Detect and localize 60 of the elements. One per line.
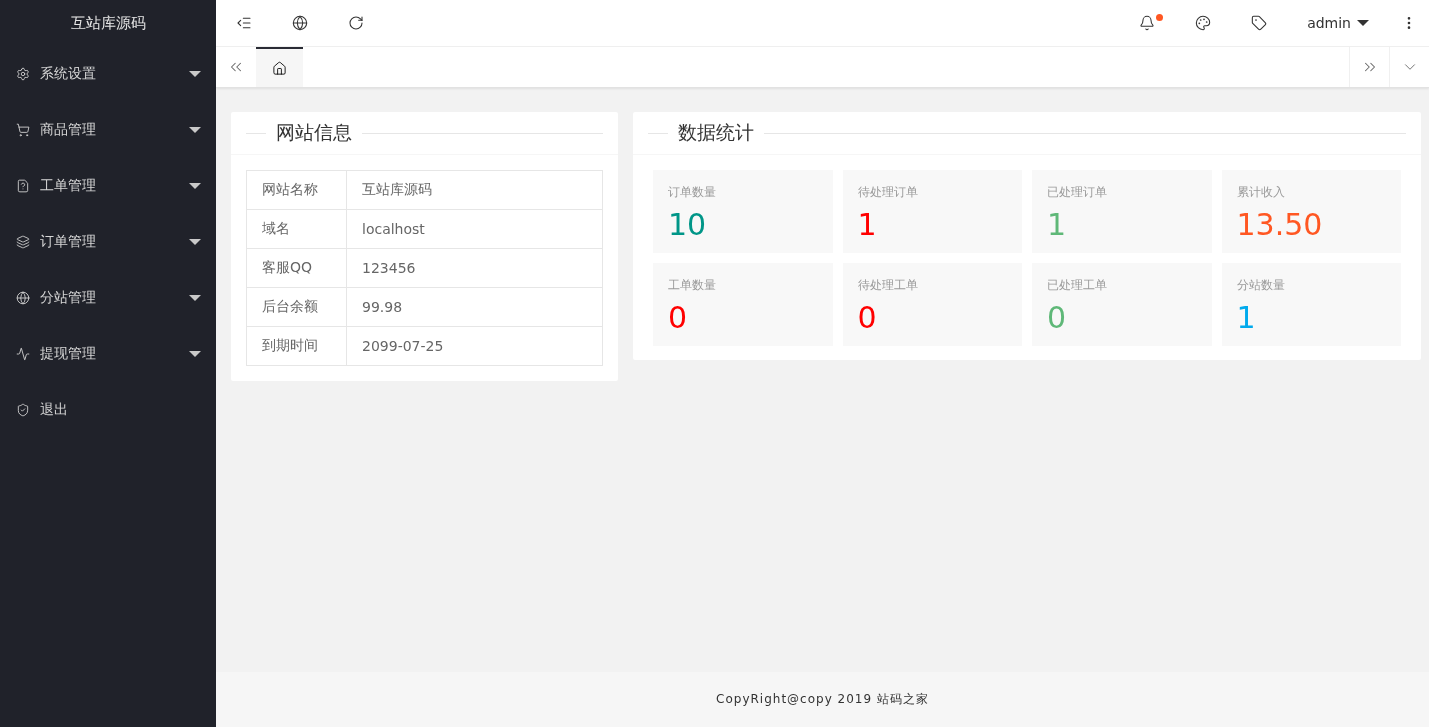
stat-label: 订单数量 bbox=[668, 184, 717, 201]
caret-icon bbox=[1357, 20, 1369, 26]
table-cell: 99.98 bbox=[346, 287, 603, 327]
stat-value: 0 bbox=[857, 300, 878, 335]
indent-icon bbox=[236, 15, 252, 31]
pulse-icon bbox=[16, 347, 30, 361]
table-cell: 123456 bbox=[346, 248, 603, 288]
sidebar-item[interactable]: 退出 bbox=[0, 382, 216, 438]
globe-icon bbox=[292, 15, 308, 31]
caret-icon bbox=[189, 183, 201, 189]
table-cell: 到期时间 bbox=[246, 326, 347, 366]
table-cell: 域名 bbox=[246, 209, 347, 249]
caret-icon bbox=[189, 295, 201, 301]
card-title: 数据统计 bbox=[678, 120, 754, 145]
home-icon bbox=[272, 60, 287, 76]
table-cell: 网站名称 bbox=[246, 170, 347, 210]
caret-icon bbox=[189, 71, 201, 77]
tag-icon bbox=[1251, 15, 1268, 31]
stat-value: 1 bbox=[857, 207, 878, 242]
sidebar-item[interactable]: 系统设置 bbox=[0, 46, 216, 102]
user-menu[interactable]: admin bbox=[1287, 0, 1389, 47]
palette-icon bbox=[1195, 15, 1212, 31]
stat-label: 工单数量 bbox=[668, 277, 717, 294]
sidebar-item[interactable]: 订单管理 bbox=[0, 214, 216, 270]
stat-label: 待处理订单 bbox=[857, 184, 919, 201]
caret-icon bbox=[189, 127, 201, 133]
stat-value: 1 bbox=[1047, 207, 1068, 242]
table-cell: 互站库源码 bbox=[346, 170, 603, 210]
stat-label: 待处理工单 bbox=[857, 277, 919, 294]
cart-icon bbox=[16, 123, 30, 137]
footer-text: CopyRight@copy 2019 站码之家 bbox=[716, 691, 929, 708]
stat-label: 已处理工单 bbox=[1047, 277, 1108, 294]
stat-value: 13.50 bbox=[1236, 207, 1324, 242]
sidebar-item[interactable]: 商品管理 bbox=[0, 102, 216, 158]
caret-icon bbox=[189, 239, 201, 245]
card-title: 网站信息 bbox=[276, 120, 352, 145]
sidebar-item[interactable]: 工单管理 bbox=[0, 158, 216, 214]
refresh-icon bbox=[348, 15, 364, 31]
bell-icon bbox=[1139, 15, 1156, 31]
shield-check-icon bbox=[16, 403, 30, 417]
stat-value: 1 bbox=[1236, 300, 1257, 335]
sidebar-item[interactable]: 提现管理 bbox=[0, 326, 216, 382]
stat-label: 已处理订单 bbox=[1047, 184, 1108, 201]
table-cell: 客服QQ bbox=[246, 248, 347, 288]
layers-icon bbox=[16, 235, 30, 249]
table-cell: 2099-07-25 bbox=[346, 326, 603, 366]
sidebar-item[interactable]: 分站管理 bbox=[0, 270, 216, 326]
stat-value: 0 bbox=[668, 300, 689, 335]
globe-icon bbox=[16, 291, 30, 305]
home-tab[interactable] bbox=[256, 47, 303, 87]
stat-value: 10 bbox=[668, 207, 708, 242]
stat-value: 0 bbox=[1047, 300, 1068, 335]
stat-label: 累计收入 bbox=[1236, 184, 1286, 201]
table-cell: localhost bbox=[346, 209, 603, 249]
document-question-icon bbox=[16, 179, 30, 193]
gear-icon bbox=[16, 67, 30, 81]
stat-label: 分站数量 bbox=[1236, 277, 1286, 294]
logo-text: 互站库源码 bbox=[69, 12, 147, 34]
table-cell: 后台余额 bbox=[246, 287, 347, 327]
caret-icon bbox=[189, 351, 201, 357]
